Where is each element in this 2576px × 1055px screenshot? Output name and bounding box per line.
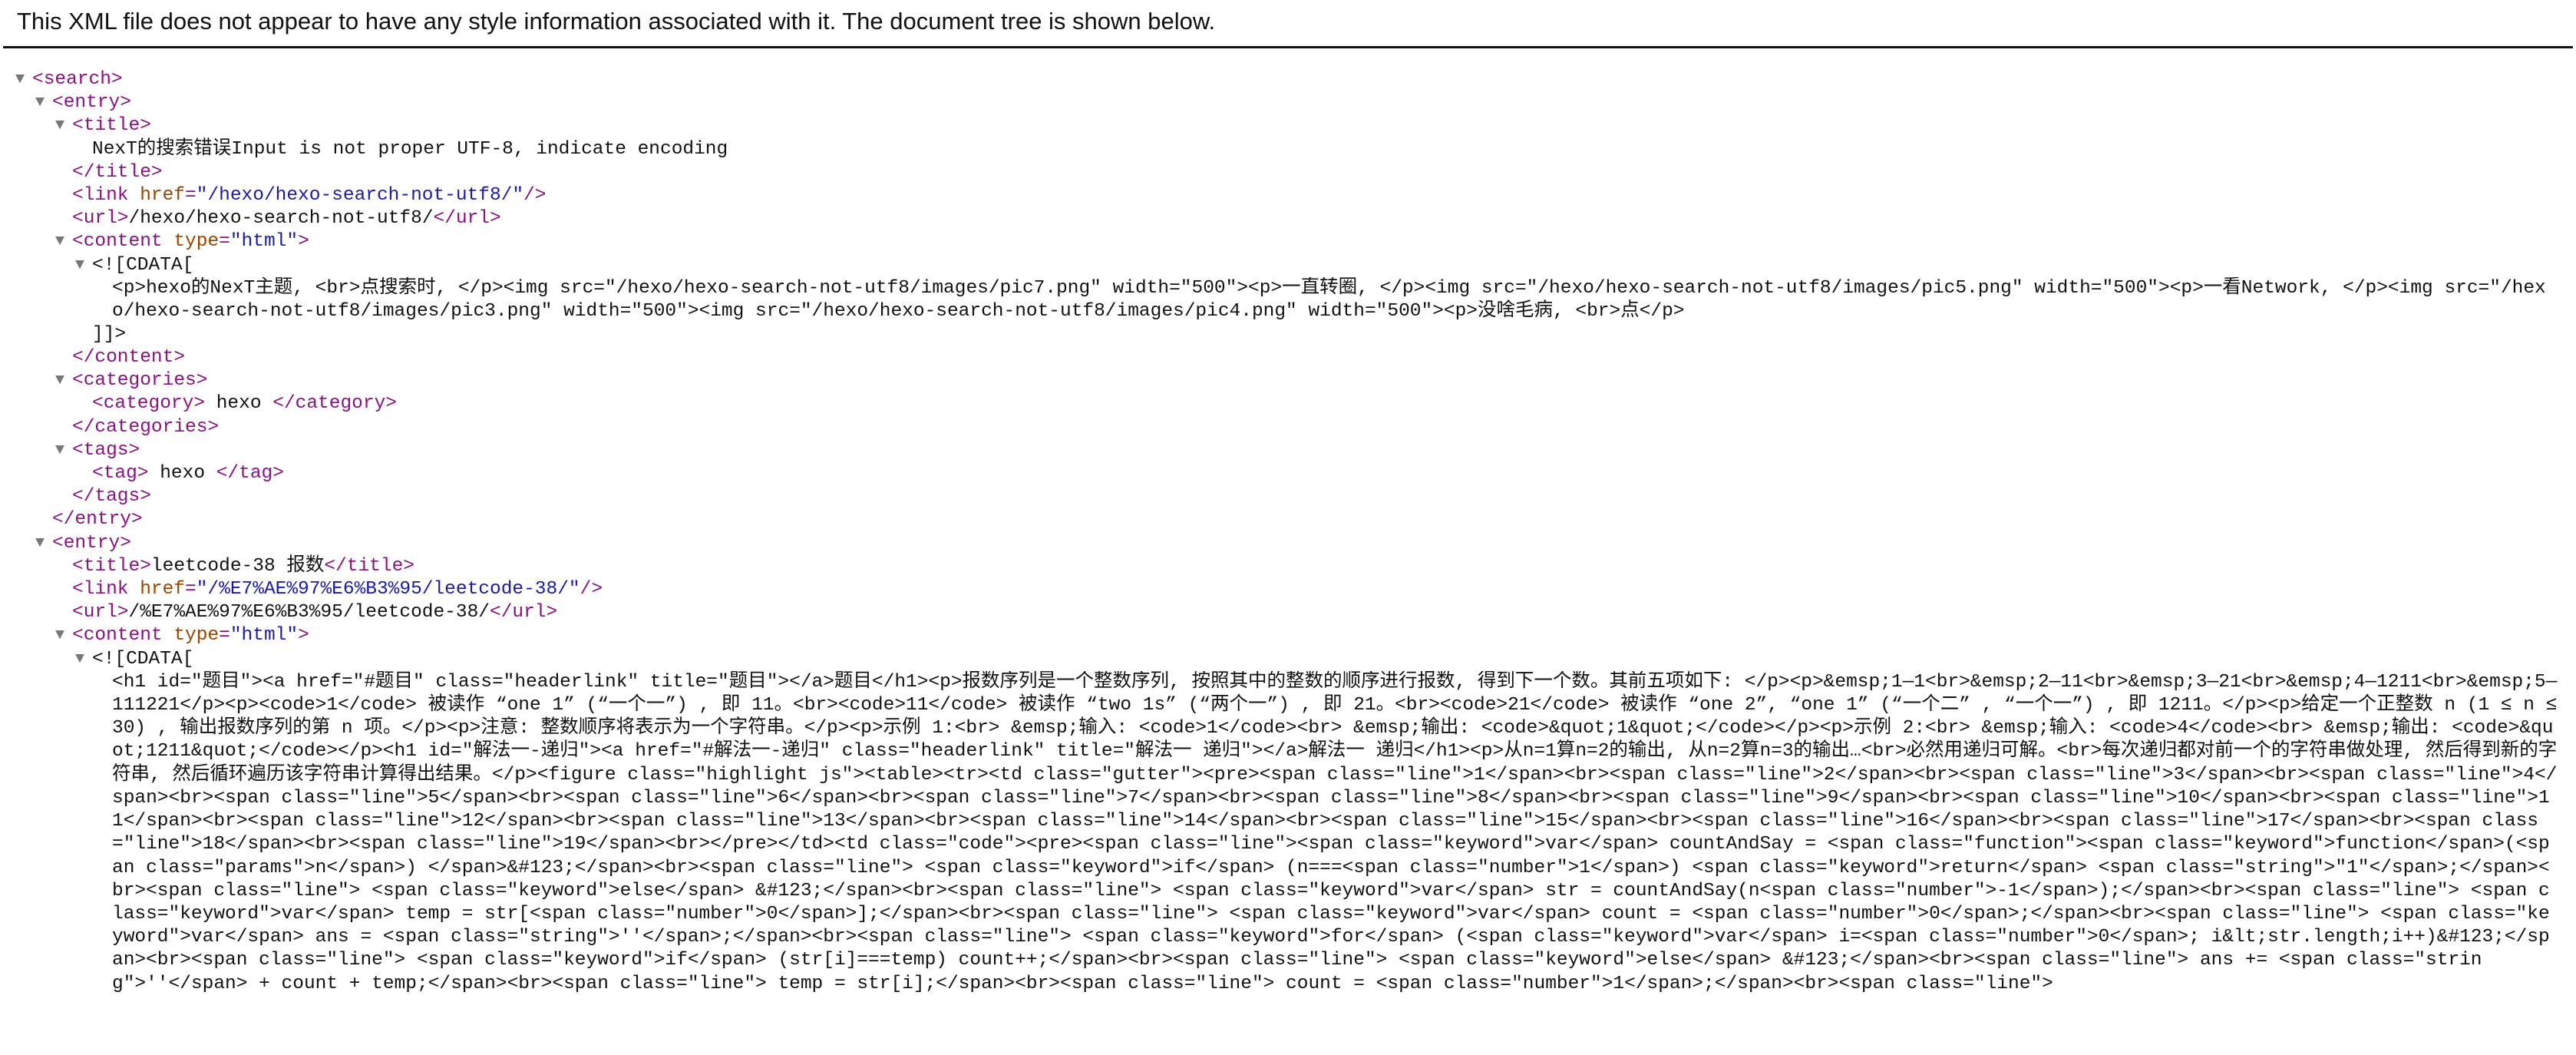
- expanded-triangle-icon[interactable]: ▼: [55, 369, 72, 392]
- expanded-triangle-icon[interactable]: ▼: [55, 439, 72, 462]
- link-line: <link href="/hexo/hexo-search-not-utf8/"…: [72, 185, 547, 207]
- expanded-triangle-icon[interactable]: ▼: [55, 624, 72, 647]
- entry-2: ▼ <entry> <title>leetcode-38 报数</title> <…: [15, 532, 2561, 1040]
- cdata-open-line: ▼ <![CDATA[: [75, 254, 2561, 277]
- category-line: <category> hexo </category>: [92, 393, 397, 415]
- link-line: <link href="/%E7%AE%97%E6%B3%95/leetcode…: [72, 579, 603, 600]
- entry-title-text: NexT的搜索错误Input is not proper UTF-8, indi…: [92, 138, 728, 160]
- tag-line: <tag> hexo </tag>: [92, 463, 284, 485]
- entry-1: ▼ <entry> ▼ <title> NexT的搜索错误Input is not …: [15, 91, 2561, 531]
- content-type-value: "html": [230, 625, 299, 647]
- title-open-line: ▼ <title>: [55, 114, 2561, 137]
- cdata-content: <p>hexo的NexT主题, <br>点搜索时, </p><img src="…: [112, 277, 2546, 322]
- xml-document-tree: ▼ <search> ▼ <entry> ▼ <title> NexT的搜索错误Inp…: [0, 48, 2576, 1040]
- url-line: <url>/%E7%AE%97%E6%B3%95/leetcode-38/</u…: [72, 602, 558, 623]
- expanded-triangle-icon[interactable]: ▼: [35, 532, 52, 555]
- expanded-triangle-icon[interactable]: ▼: [35, 91, 52, 114]
- content-open-line: ▼ <content type="html">: [55, 230, 2561, 253]
- categories-open-line: ▼ <categories>: [55, 369, 2561, 392]
- entry-open-line: ▼ <entry>: [35, 532, 2561, 555]
- link-href-value: "/%E7%AE%97%E6%B3%95/leetcode-38/": [196, 579, 580, 600]
- search-open-line: ▼ <search>: [15, 68, 2561, 91]
- tags-open-line: ▼ <tags>: [55, 439, 2561, 462]
- content-open-line: ▼ <content type="html">: [55, 624, 2561, 647]
- url-value: /%E7%AE%97%E6%B3%95/leetcode-38/: [128, 602, 490, 623]
- title-close-line: </title>: [72, 161, 163, 183]
- xml-info-banner: This XML file does not appear to have an…: [3, 0, 2573, 48]
- expanded-triangle-icon[interactable]: ▼: [55, 114, 72, 137]
- cdata-open-line: ▼ <![CDATA[: [75, 648, 2561, 671]
- expanded-triangle-icon[interactable]: ▼: [15, 68, 32, 91]
- expanded-triangle-icon[interactable]: ▼: [75, 648, 92, 671]
- expanded-triangle-icon[interactable]: ▼: [75, 254, 92, 277]
- tag-value: hexo: [148, 463, 216, 485]
- entry-open-line: ▼ <entry>: [35, 91, 2561, 114]
- entry-title-text: leetcode-38 报数: [150, 555, 325, 577]
- category-value: hexo: [205, 393, 273, 415]
- url-value: /hexo/hexo-search-not-utf8/: [128, 208, 434, 230]
- tags-close-line: </tags>: [72, 486, 151, 508]
- content-close-line: </content>: [72, 347, 186, 369]
- cdata-content: <h1 id="题目"><a href="#题目" class="headerl…: [112, 671, 2558, 994]
- link-href-value: "/hexo/hexo-search-not-utf8/": [196, 185, 524, 207]
- cdata-close-line: ]]>: [92, 323, 127, 345]
- title-line: <title>leetcode-38 报数</title>: [72, 555, 414, 577]
- content-type-value: "html": [230, 231, 299, 253]
- entry-close-line: </entry>: [52, 509, 143, 531]
- url-line: <url>/hexo/hexo-search-not-utf8/</url>: [72, 208, 501, 230]
- expanded-triangle-icon[interactable]: ▼: [55, 230, 72, 253]
- categories-close-line: </categories>: [72, 416, 220, 438]
